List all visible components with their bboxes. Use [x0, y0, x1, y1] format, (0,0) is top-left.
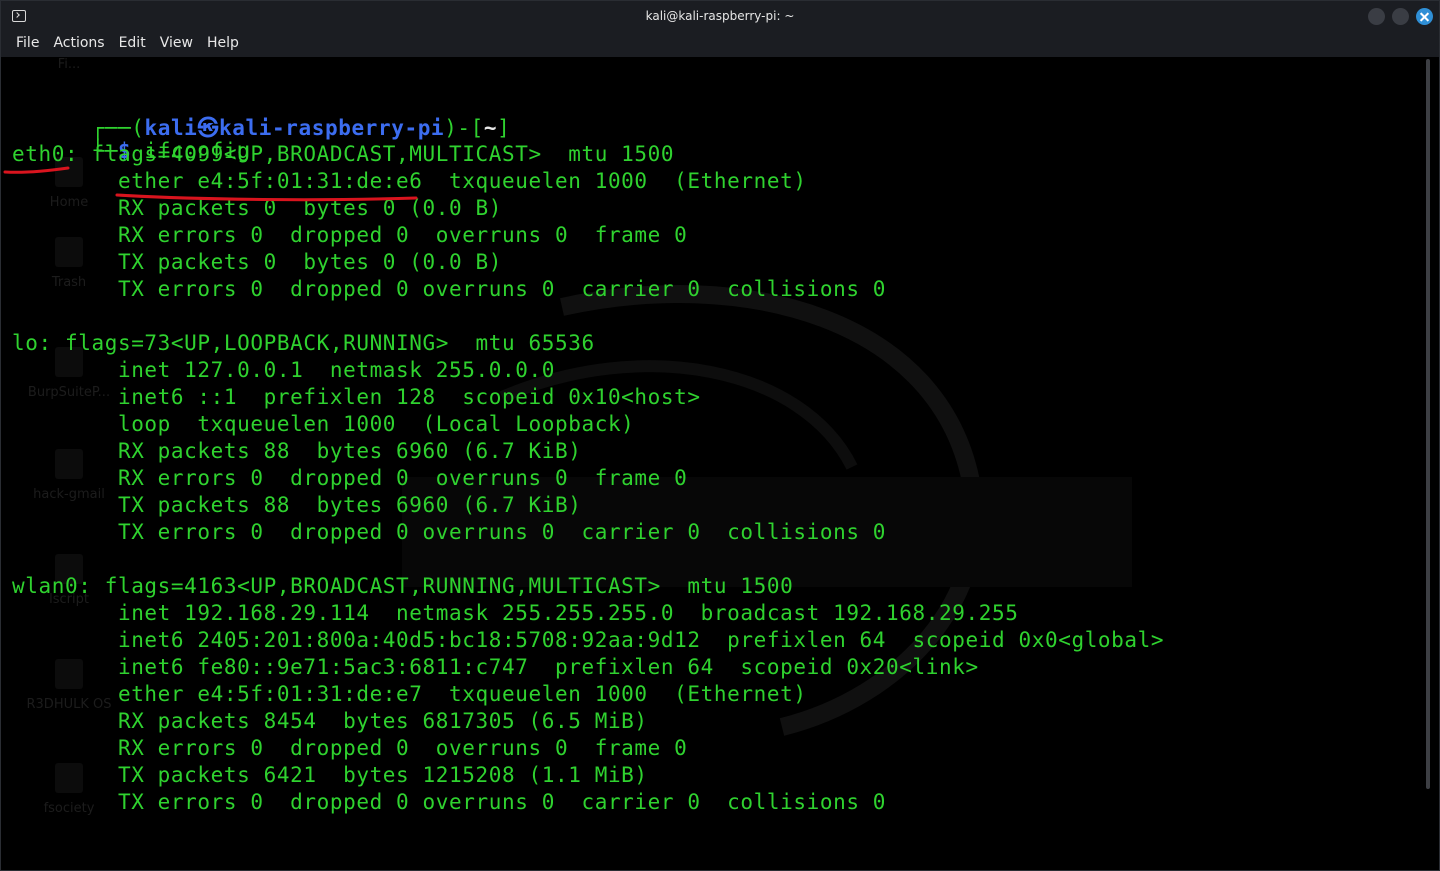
output-line: TX packets 0 bytes 0 (0.0 B) — [12, 250, 502, 274]
output-line: ether e4:5f:01:31:de:e7 txqueuelen 1000 … — [12, 682, 807, 706]
output-line: inet6 2405:201:800a:40d5:bc18:5708:92aa:… — [12, 628, 1165, 652]
scrollbar[interactable] — [1426, 59, 1430, 789]
output-line: RX errors 0 dropped 0 overruns 0 frame 0 — [12, 466, 688, 490]
output-line: RX errors 0 dropped 0 overruns 0 frame 0 — [12, 736, 688, 760]
output-line: TX packets 6421 bytes 1215208 (1.1 MiB) — [12, 763, 648, 787]
output-line: RX errors 0 dropped 0 overruns 0 frame 0 — [12, 223, 688, 247]
prompt-bracket-close: ] — [497, 116, 511, 140]
output-line: TX packets 88 bytes 6960 (6.7 KiB) — [12, 493, 582, 517]
menu-file[interactable]: File — [9, 32, 46, 57]
prompt-dir: ~ — [483, 116, 498, 140]
menu-help[interactable]: Help — [200, 32, 246, 57]
output-line: wlan0: flags=4163<UP,BROADCAST,RUNNING,M… — [12, 574, 794, 598]
menu-bar: File Actions Edit View Help — [1, 32, 1439, 57]
menu-actions[interactable]: Actions — [46, 32, 111, 57]
output-line: inet 192.168.29.114 netmask 255.255.255.… — [12, 601, 1019, 625]
output-line: lo: flags=73<UP,LOOPBACK,RUNNING> mtu 65… — [12, 331, 595, 355]
prompt-host: kali-raspberry-pi — [219, 116, 445, 140]
output-line: TX errors 0 dropped 0 overruns 0 carrier… — [12, 277, 887, 301]
terminal-area[interactable]: Fi... Home Trash BurpSuiteP... hack-gmai… — [2, 57, 1438, 869]
output-line: inet6 fe80::9e71:5ac3:6811:c747 prefixle… — [12, 655, 979, 679]
title-bar[interactable]: kali@kali-raspberry-pi: ~ — [1, 1, 1439, 32]
menu-edit[interactable]: Edit — [112, 32, 153, 57]
menu-view[interactable]: View — [153, 32, 200, 57]
minimize-button[interactable] — [1368, 8, 1385, 25]
desktop-icon-files: Fi... — [57, 57, 81, 72]
output-line: inet 127.0.0.1 netmask 255.0.0.0 — [12, 358, 555, 382]
close-button[interactable] — [1416, 8, 1433, 25]
output-line: RX packets 88 bytes 6960 (6.7 KiB) — [12, 439, 582, 463]
output-line: TX errors 0 dropped 0 overruns 0 carrier… — [12, 790, 887, 814]
output-line: loop txqueuelen 1000 (Local Loopback) — [12, 412, 635, 436]
output-line: RX packets 8454 bytes 6817305 (6.5 MiB) — [12, 709, 648, 733]
red-underline-annotation — [3, 166, 418, 202]
window-title: kali@kali-raspberry-pi: ~ — [645, 9, 795, 23]
maximize-button[interactable] — [1392, 8, 1409, 25]
output-line: TX errors 0 dropped 0 overruns 0 carrier… — [12, 520, 887, 544]
prompt-bracket: )-[ — [444, 116, 484, 140]
terminal-window: kali@kali-raspberry-pi: ~ File Actions E… — [0, 0, 1440, 871]
output-line: inet6 ::1 prefixlen 128 scopeid 0x10<hos… — [12, 385, 701, 409]
